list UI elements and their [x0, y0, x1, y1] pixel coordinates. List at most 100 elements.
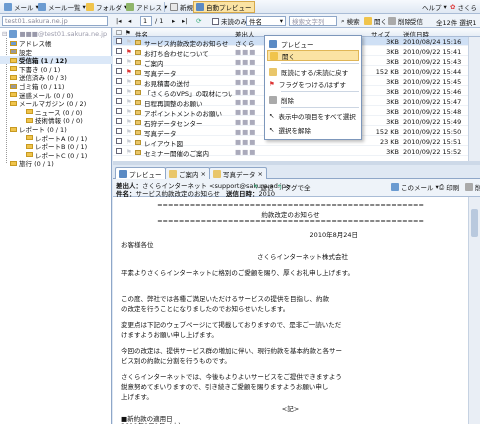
mail-size: 3KB — [386, 38, 399, 46]
open-button[interactable]: 開く — [362, 15, 389, 27]
folder-menu-button[interactable]: フォルダ▾ — [84, 1, 129, 13]
flag-icon[interactable]: ⚑ — [126, 88, 132, 96]
unread-only-checkbox[interactable]: 未読のみ — [210, 15, 249, 27]
next-page-button[interactable]: ▸ — [170, 15, 177, 27]
flag-icon[interactable]: ⚑ — [126, 78, 132, 86]
user-menu-button[interactable]: ✿ さくら — [448, 1, 479, 13]
row-checkbox[interactable] — [116, 128, 122, 136]
row-checkbox[interactable] — [116, 138, 122, 146]
preview-body: ========================================… — [113, 197, 468, 424]
folder-item[interactable]: アドレス帳 — [0, 39, 112, 48]
mail-date: 2010/09/22 15:49 — [403, 118, 462, 126]
close-icon[interactable]: × — [258, 170, 263, 178]
mail-row[interactable]: ⚑ セミナー開催のご案内 ■■■ 3KB 2010/09/22 15:52 — [113, 147, 480, 158]
mail-from: ■■■ — [235, 48, 257, 56]
this-mail-menu-button[interactable]: このメール ▾ — [389, 181, 441, 193]
flag-icon[interactable]: ⚑ — [126, 108, 132, 116]
preview-icon — [269, 39, 277, 48]
menu-item-toggle-flag[interactable]: ⚑ フラグをつける/はずす — [267, 78, 359, 89]
row-checkbox[interactable] — [116, 58, 122, 66]
tab-annai[interactable]: ご案内 × — [165, 167, 210, 179]
address-book-icon — [126, 3, 134, 11]
deselect-icon: ↖ — [269, 125, 275, 134]
preview-header: 差出人：さくらインターネット <support@sakura.ad.jp> 件名… — [113, 179, 480, 198]
page-input[interactable]: 1 — [140, 16, 152, 26]
new-mail-button[interactable]: 新規 — [168, 1, 195, 13]
mail-date: 2010/09/22 15:41 — [403, 48, 462, 56]
folder-item[interactable]: 旅行 (0 / 1) — [0, 159, 112, 168]
mail-menu-button[interactable]: メール▾ — [2, 1, 41, 13]
mail-size: 3KB — [386, 78, 399, 86]
auto-preview-button[interactable]: 自動プレビュー — [193, 1, 255, 13]
search-field-select[interactable]: 件名 ▾ — [246, 16, 286, 26]
mail-from: ■■■ — [235, 128, 257, 136]
scroll-thumb[interactable] — [471, 209, 478, 237]
search-button[interactable]: ⌕ 検索 — [339, 15, 362, 27]
row-checkbox[interactable] — [116, 108, 122, 116]
row-checkbox[interactable] — [116, 38, 122, 46]
tab-photo-data[interactable]: 写真データ × — [209, 167, 267, 179]
flag-icon[interactable]: ⚑ — [126, 38, 132, 46]
flag-icon[interactable]: ⚑ — [126, 68, 132, 76]
row-checkbox[interactable] — [116, 78, 122, 86]
select-all-icon: ↖ — [269, 111, 275, 120]
last-page-button[interactable]: ▸| — [180, 15, 189, 27]
print-button[interactable]: ⎙ 印刷 — [437, 181, 461, 193]
help-menu-button[interactable]: ヘルプ ▾ — [420, 1, 449, 13]
mail-list-button[interactable]: メール一覧 ▾ — [36, 1, 88, 13]
folder-icon — [10, 160, 17, 166]
envelope-icon — [135, 149, 141, 157]
row-checkbox[interactable] — [116, 98, 122, 106]
search-icon: ⌕ — [341, 16, 345, 25]
reply-button[interactable]: ↰ 返信 — [251, 181, 275, 193]
envelope-icon — [169, 169, 177, 178]
first-page-button[interactable]: |◂ — [114, 15, 123, 27]
preview-scrollbar[interactable] — [468, 197, 480, 424]
flag-icon[interactable]: ⚑ — [126, 118, 132, 126]
mail-date: 2010/09/22 15:51 — [403, 138, 462, 146]
tab-preview[interactable]: プレビュー — [115, 167, 166, 179]
close-icon[interactable]: × — [201, 170, 206, 178]
flag-icon[interactable]: ⚑ — [126, 128, 132, 136]
envelope-icon — [135, 119, 141, 127]
tree-root-account[interactable]: ⊟ ■■■@test01.sakura.ne.jp — [0, 30, 112, 38]
flag-icon[interactable]: ⚑ — [126, 138, 132, 146]
list-scrollbar[interactable] — [468, 37, 480, 161]
mail-date: 2010/09/22 15:46 — [403, 88, 462, 96]
flag-icon[interactable]: ⚑ — [126, 58, 132, 66]
delete-preview-button[interactable]: 削 — [463, 181, 480, 193]
menu-item-preview[interactable]: プレビュー — [267, 38, 359, 49]
mail-icon — [391, 183, 399, 191]
check-column-header[interactable]: ☐ — [116, 29, 122, 37]
flag-icon[interactable]: ⚑ — [126, 148, 132, 156]
prev-page-icon: ◂ — [128, 17, 132, 25]
row-checkbox[interactable] — [116, 48, 122, 56]
collapse-icon: ⊟ — [2, 30, 8, 38]
prev-page-button[interactable]: ◂ — [126, 15, 133, 27]
receive-button[interactable]: 受信 — [408, 15, 425, 27]
flag-column-header[interactable]: ⚑ — [125, 29, 131, 37]
menu-item-open[interactable]: 開く — [267, 50, 359, 61]
list-toolbar: test01.sakura.ne.jp |◂ ◂ 1 / 1 ▸ ▸| ⟳ 未読… — [0, 14, 480, 28]
folder-item[interactable]: レポートC (0 / 1) — [0, 151, 112, 160]
body-line: 平素よりさくらインターネットに格別のご愛顧を賜り、厚くお礼申し上げます。 — [121, 269, 354, 277]
page-total: / 1 — [155, 17, 164, 25]
row-checkbox[interactable] — [116, 68, 122, 76]
menu-item-toggle-read[interactable]: 既読にする/未読に戻す — [267, 66, 359, 77]
row-checkbox[interactable] — [116, 118, 122, 126]
row-checkbox[interactable] — [116, 88, 122, 96]
menu-item-select-all[interactable]: ↖ 表示中の項目をすべて選択 — [267, 110, 359, 121]
mail-from: ■■■ — [235, 68, 257, 76]
address-menu-button[interactable]: アドレス ▾ — [124, 1, 169, 13]
checkbox-box — [212, 17, 219, 25]
refresh-button[interactable]: ⟳ — [194, 15, 203, 27]
menu-item-deselect[interactable]: ↖ 選択を解除 — [267, 124, 359, 135]
folder-icon — [10, 92, 17, 98]
search-input[interactable]: 検索文字列 — [289, 16, 337, 26]
flag-icon[interactable]: ⚑ — [126, 98, 132, 106]
flag-icon[interactable]: ⚑ — [126, 48, 132, 56]
reply-all-button[interactable]: ↰ タグで全 — [275, 181, 312, 193]
next-page-icon: ▸ — [172, 17, 176, 25]
row-checkbox[interactable] — [116, 148, 122, 156]
menu-item-delete[interactable]: 削除 — [267, 94, 359, 105]
